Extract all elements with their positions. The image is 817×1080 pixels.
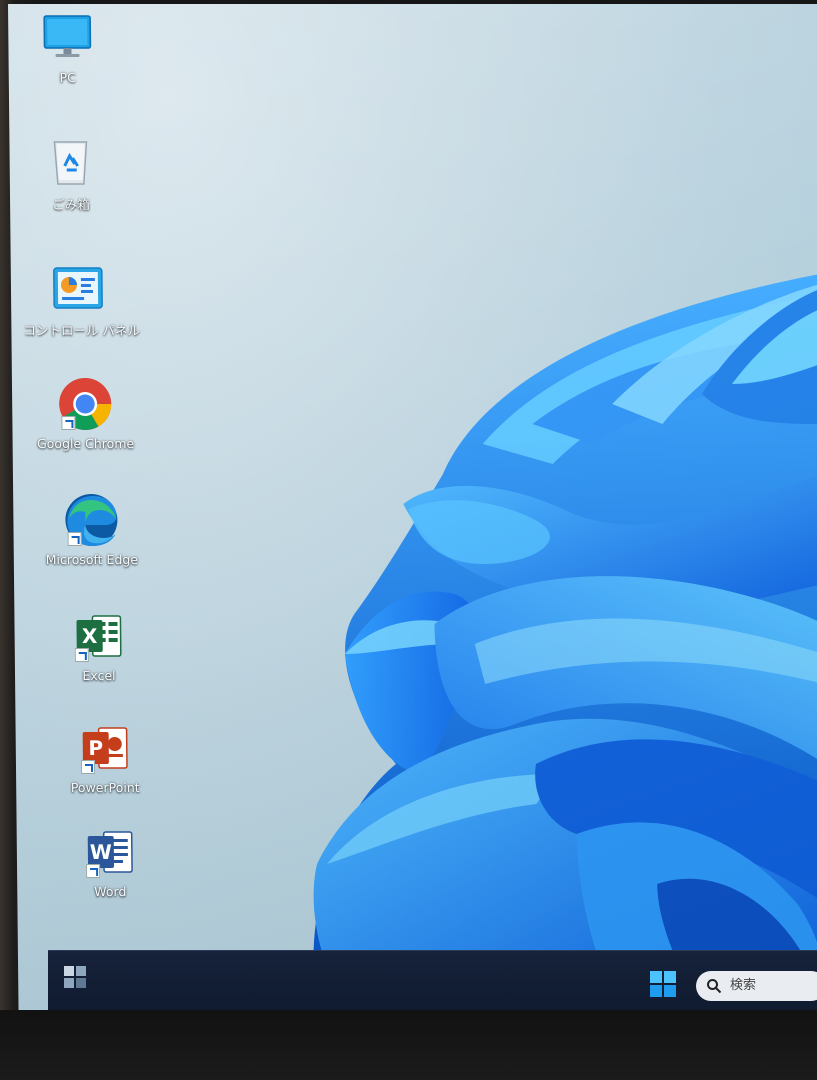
shortcut-arrow-icon: [67, 532, 82, 546]
taskbar: 検索: [48, 950, 817, 1011]
desktop-icon-label: コントロール パネル: [23, 323, 140, 338]
desktop-icon-google-chrome[interactable]: Google Chrome: [30, 376, 141, 451]
search-box[interactable]: 検索: [696, 971, 817, 1001]
desktop-icon-label: ごみ箱: [52, 197, 90, 212]
shortcut-arrow-icon: [74, 648, 89, 662]
shortcut-arrow-icon: [80, 760, 96, 774]
desktop-screen: PC ごみ箱 コントロール パネル Google Chrome Microsof…: [8, 4, 817, 1010]
start-button[interactable]: [648, 969, 678, 999]
shortcut-arrow-icon: [86, 864, 101, 878]
desktop-icon-excel[interactable]: X Excel: [43, 608, 154, 683]
desktop-icon-label: PowerPoint: [70, 780, 140, 795]
recycle-bin-icon: [53, 141, 88, 185]
search-placeholder: 検索: [730, 978, 757, 993]
desktop-icon-label: PC: [59, 70, 76, 85]
svg-text:X: X: [82, 624, 98, 648]
windows-logo-icon[interactable]: [62, 964, 88, 990]
svg-text:W: W: [90, 840, 112, 864]
control-panel-icon: [53, 267, 103, 309]
pc-monitor-icon: [43, 15, 92, 57]
monitor-bottom-bezel: [0, 1010, 817, 1080]
desktop-icon-microsoft-edge[interactable]: Microsoft Edge: [36, 492, 147, 567]
desktop-icon-powerpoint[interactable]: P PowerPoint: [49, 720, 160, 795]
desktop-icon-pc[interactable]: PC: [12, 10, 123, 85]
desktop-icon-recycle-bin[interactable]: ごみ箱: [15, 134, 126, 213]
search-icon: [707, 979, 722, 994]
svg-text:P: P: [88, 736, 103, 760]
desktop-icon-word[interactable]: W Word: [55, 824, 166, 899]
shortcut-arrow-icon: [61, 416, 76, 430]
desktop-icon-label: Excel: [82, 668, 116, 683]
desktop-icon-label: Word: [94, 884, 127, 899]
desktop-icon-label: Google Chrome: [36, 436, 135, 451]
desktop-icon-label: Microsoft Edge: [45, 552, 139, 567]
desktop-icon-control-panel[interactable]: コントロール パネル: [23, 260, 140, 339]
